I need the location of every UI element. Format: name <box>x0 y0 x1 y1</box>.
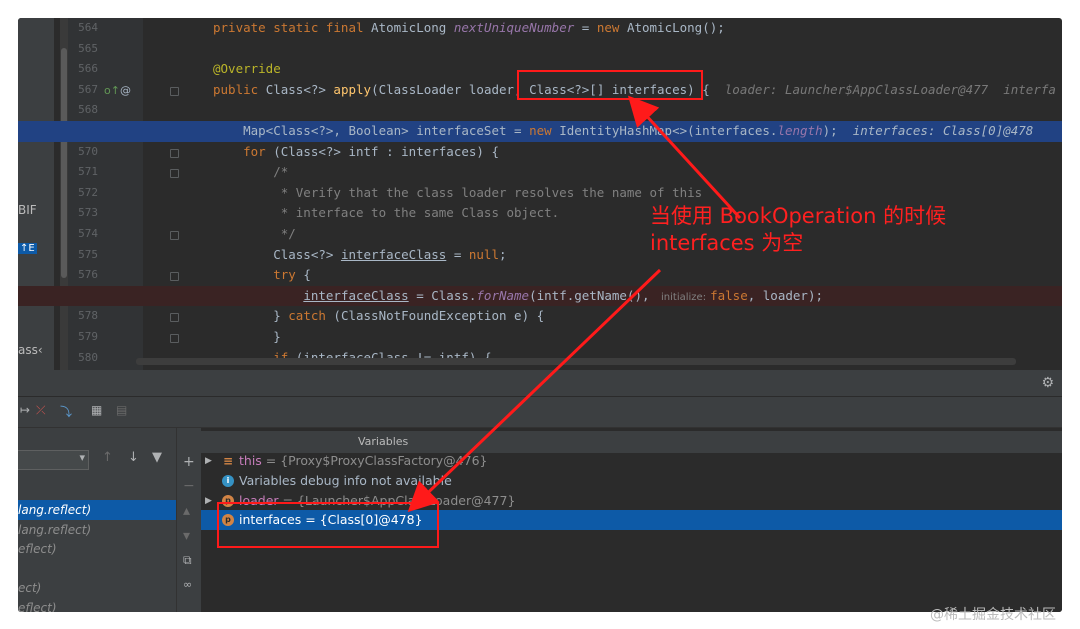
annotation-line-1: 当使用 BookOperation 的时候 <box>650 204 947 228</box>
arrow-to-parameter <box>627 95 742 220</box>
watermark: @稀土掘金技术社区 <box>930 607 1056 623</box>
arrow-to-variable <box>407 268 662 513</box>
annotation-arrows <box>407 95 742 513</box>
annotation-note: 当使用 BookOperation 的时候 interfaces 为空 <box>650 203 946 257</box>
annotation-line-2: interfaces 为空 <box>650 231 804 255</box>
